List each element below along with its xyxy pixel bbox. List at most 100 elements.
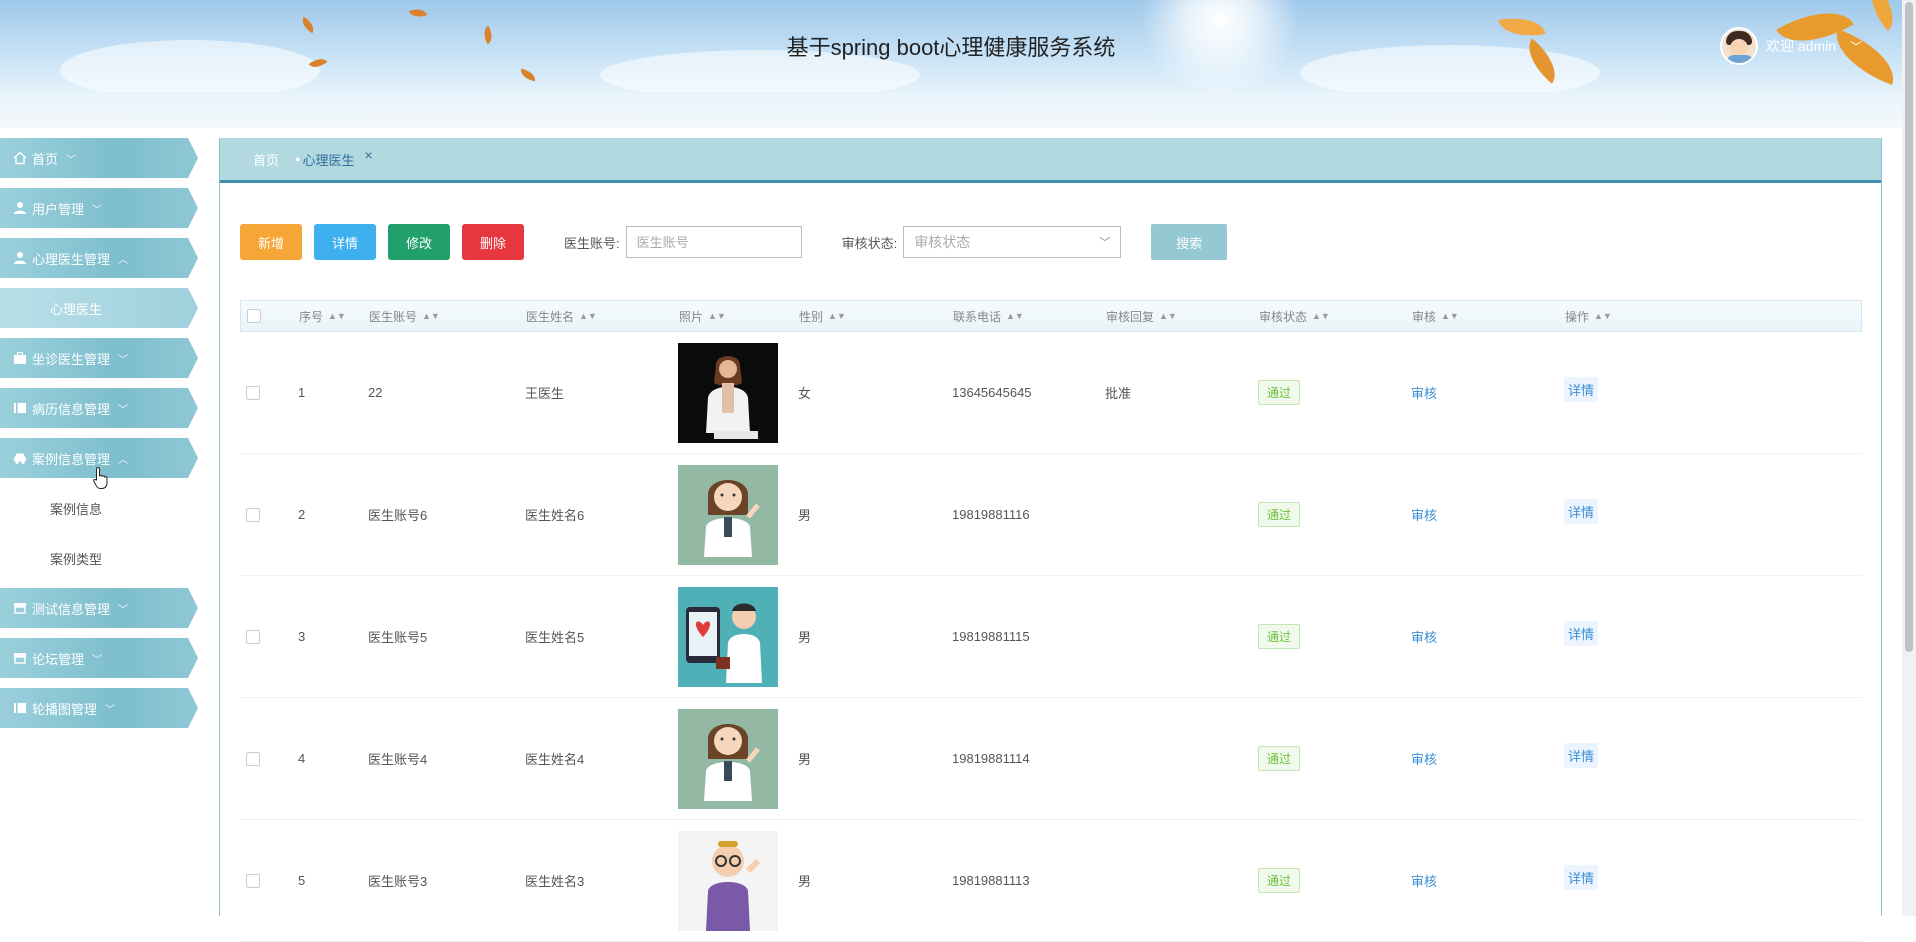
sidebar-item-label: 坐诊医生管理: [32, 351, 111, 367]
row-checkbox[interactable]: [246, 873, 260, 888]
sidebar-item-home[interactable]: 首页 ﹀: [0, 138, 198, 178]
row-detail-button[interactable]: 详情: [1564, 377, 1599, 402]
hand-cursor-icon: [93, 466, 108, 489]
scrollbar-thumb[interactable]: [1905, 2, 1913, 652]
sidebar-item-label: 用户管理: [32, 201, 85, 217]
home-icon: [12, 150, 28, 166]
column-header[interactable]: 医生姓名 ▲▼: [526, 308, 679, 325]
doctor-photo[interactable]: [678, 464, 778, 565]
chevron-up-icon: ︿: [118, 254, 129, 266]
row-detail-button[interactable]: 详情: [1564, 743, 1599, 768]
close-icon[interactable]: ×: [364, 147, 372, 163]
cell-account: 医生账号4: [368, 752, 428, 767]
audit-link[interactable]: 审核: [1411, 383, 1437, 402]
table-row[interactable]: 4 医生账号4 医生姓名4 男 19819881114 通过 审核 详情: [240, 698, 1862, 820]
add-button[interactable]: 新增: [240, 224, 302, 260]
doctor-photo[interactable]: [678, 586, 778, 687]
column-header[interactable]: 操作 ▲▼: [1565, 308, 1725, 325]
user-icon: [12, 200, 28, 216]
cell-tel: 19819881115: [952, 629, 1030, 644]
dot-icon: ●: [295, 154, 301, 164]
status-select[interactable]: 审核状态 ﹀: [903, 226, 1122, 258]
table-row[interactable]: 3 医生账号5 医生姓名5 男 19819881115 通过 审核 详情: [240, 576, 1862, 698]
column-header[interactable]: 审核回复 ▲▼: [1106, 308, 1259, 325]
vertical-scrollbar[interactable]: [1902, 0, 1916, 916]
tab-doctor[interactable]: ● 心理医生 ×: [295, 147, 373, 169]
table-row[interactable]: 1 22 王医生 女 13645645645 批准 通过 审核 详情: [240, 332, 1862, 454]
sidebar-subitem-doctor[interactable]: 心理医生: [0, 288, 198, 328]
column-header[interactable]: 照片 ▲▼: [679, 308, 799, 325]
cell-no: 3: [298, 629, 306, 644]
status-badge: 通过: [1258, 380, 1301, 405]
book-icon: [12, 700, 28, 716]
sidebar-item-user-management[interactable]: 用户管理 ﹀: [0, 188, 198, 228]
audit-link[interactable]: 审核: [1411, 871, 1437, 890]
sort-icon[interactable]: ▲▼: [579, 311, 597, 321]
sidebar-item-test-management[interactable]: 测试信息管理 ﹀: [0, 588, 198, 628]
edit-button[interactable]: 修改: [388, 224, 450, 260]
column-header[interactable]: 审核 ▲▼: [1412, 308, 1565, 325]
avatar[interactable]: [1720, 27, 1758, 65]
select-all-checkbox[interactable]: [247, 309, 261, 323]
sort-icon[interactable]: ▲▼: [422, 311, 440, 321]
sidebar-subitem-case-info[interactable]: 案例信息: [0, 488, 198, 528]
sort-icon[interactable]: ▲▼: [1159, 311, 1177, 321]
cell-name: 王医生: [525, 386, 565, 401]
cell-sex: 男: [798, 508, 812, 523]
sidebar-item-label: 测试信息管理: [32, 601, 111, 617]
doctor-photo[interactable]: [678, 342, 778, 443]
account-search-input[interactable]: [625, 226, 802, 258]
doctor-photo[interactable]: [678, 708, 778, 809]
car-icon: [12, 450, 28, 466]
chevron-down-icon[interactable]: ﹀: [1850, 38, 1862, 55]
column-header[interactable]: 序号 ▲▼: [299, 308, 369, 325]
row-checkbox[interactable]: [246, 385, 260, 400]
detail-button[interactable]: 详情: [314, 224, 376, 260]
sort-icon[interactable]: ▲▼: [328, 311, 346, 321]
audit-link[interactable]: 审核: [1411, 627, 1437, 646]
sort-icon[interactable]: ▲▼: [1312, 311, 1330, 321]
table-row[interactable]: 5 医生账号3 医生姓名3 男 19819881113 通过 审核 详情: [240, 820, 1862, 942]
table-row[interactable]: 2 医生账号6 医生姓名6 男 19819881116 通过 审核 详情: [240, 454, 1862, 576]
delete-button[interactable]: 删除: [462, 224, 524, 260]
sidebar-item-clinic-doctor-management[interactable]: 坐诊医生管理 ﹀: [0, 338, 198, 378]
row-checkbox[interactable]: [246, 751, 260, 766]
row-detail-button[interactable]: 详情: [1564, 621, 1599, 646]
column-header[interactable]: 医生账号 ▲▼: [369, 308, 526, 325]
tab-label: 心理医生: [302, 152, 355, 168]
audit-link[interactable]: 审核: [1411, 749, 1437, 768]
tab-bar: 首页 ● 心理医生 ×: [220, 138, 1881, 183]
sidebar-item-medical-record-management[interactable]: 病历信息管理 ﹀: [0, 388, 198, 428]
cell-name: 医生姓名4: [525, 752, 585, 767]
user-menu[interactable]: 欢迎 admin ﹀: [1720, 26, 1862, 66]
sort-icon[interactable]: ▲▼: [1594, 311, 1612, 321]
row-checkbox[interactable]: [246, 507, 260, 522]
sort-icon[interactable]: ▲▼: [1441, 311, 1459, 321]
sidebar-item-carousel-management[interactable]: 轮播图管理 ﹀: [0, 688, 198, 728]
sort-icon[interactable]: ▲▼: [1006, 311, 1024, 321]
leaf-decoration: [408, 5, 428, 21]
column-header[interactable]: 审核状态 ▲▼: [1259, 308, 1412, 325]
cell-account: 医生账号5: [368, 630, 428, 645]
audit-link[interactable]: 审核: [1411, 505, 1437, 524]
sort-icon[interactable]: ▲▼: [708, 311, 726, 321]
chevron-up-icon: ︿: [118, 454, 129, 466]
sidebar-item-forum-management[interactable]: 论坛管理 ﹀: [0, 638, 198, 678]
sidebar-item-doctor-management[interactable]: 心理医生管理 ︿: [0, 238, 198, 278]
search-button[interactable]: 搜索: [1151, 224, 1228, 260]
sidebar-subitem-label: 案例类型: [50, 551, 103, 567]
column-header[interactable]: 联系电话 ▲▼: [953, 308, 1106, 325]
status-badge: 通过: [1258, 746, 1301, 771]
row-checkbox[interactable]: [246, 629, 260, 644]
cell-no: 5: [298, 873, 306, 888]
column-header[interactable]: 性别 ▲▼: [799, 308, 953, 325]
sort-icon[interactable]: ▲▼: [828, 311, 846, 321]
row-detail-button[interactable]: 详情: [1564, 499, 1599, 524]
cell-no: 1: [298, 385, 306, 400]
chevron-down-icon: ﹀: [1099, 237, 1111, 249]
main-panel: 首页 ● 心理医生 × 新增 详情 修改 删除 医生账号: 审核状态: 审核状态…: [219, 138, 1882, 942]
sidebar-subitem-case-type[interactable]: 案例类型: [0, 538, 198, 578]
row-detail-button[interactable]: 详情: [1564, 865, 1599, 890]
tab-home[interactable]: 首页: [253, 150, 279, 169]
sidebar-item-label: 案例信息管理: [32, 451, 111, 467]
